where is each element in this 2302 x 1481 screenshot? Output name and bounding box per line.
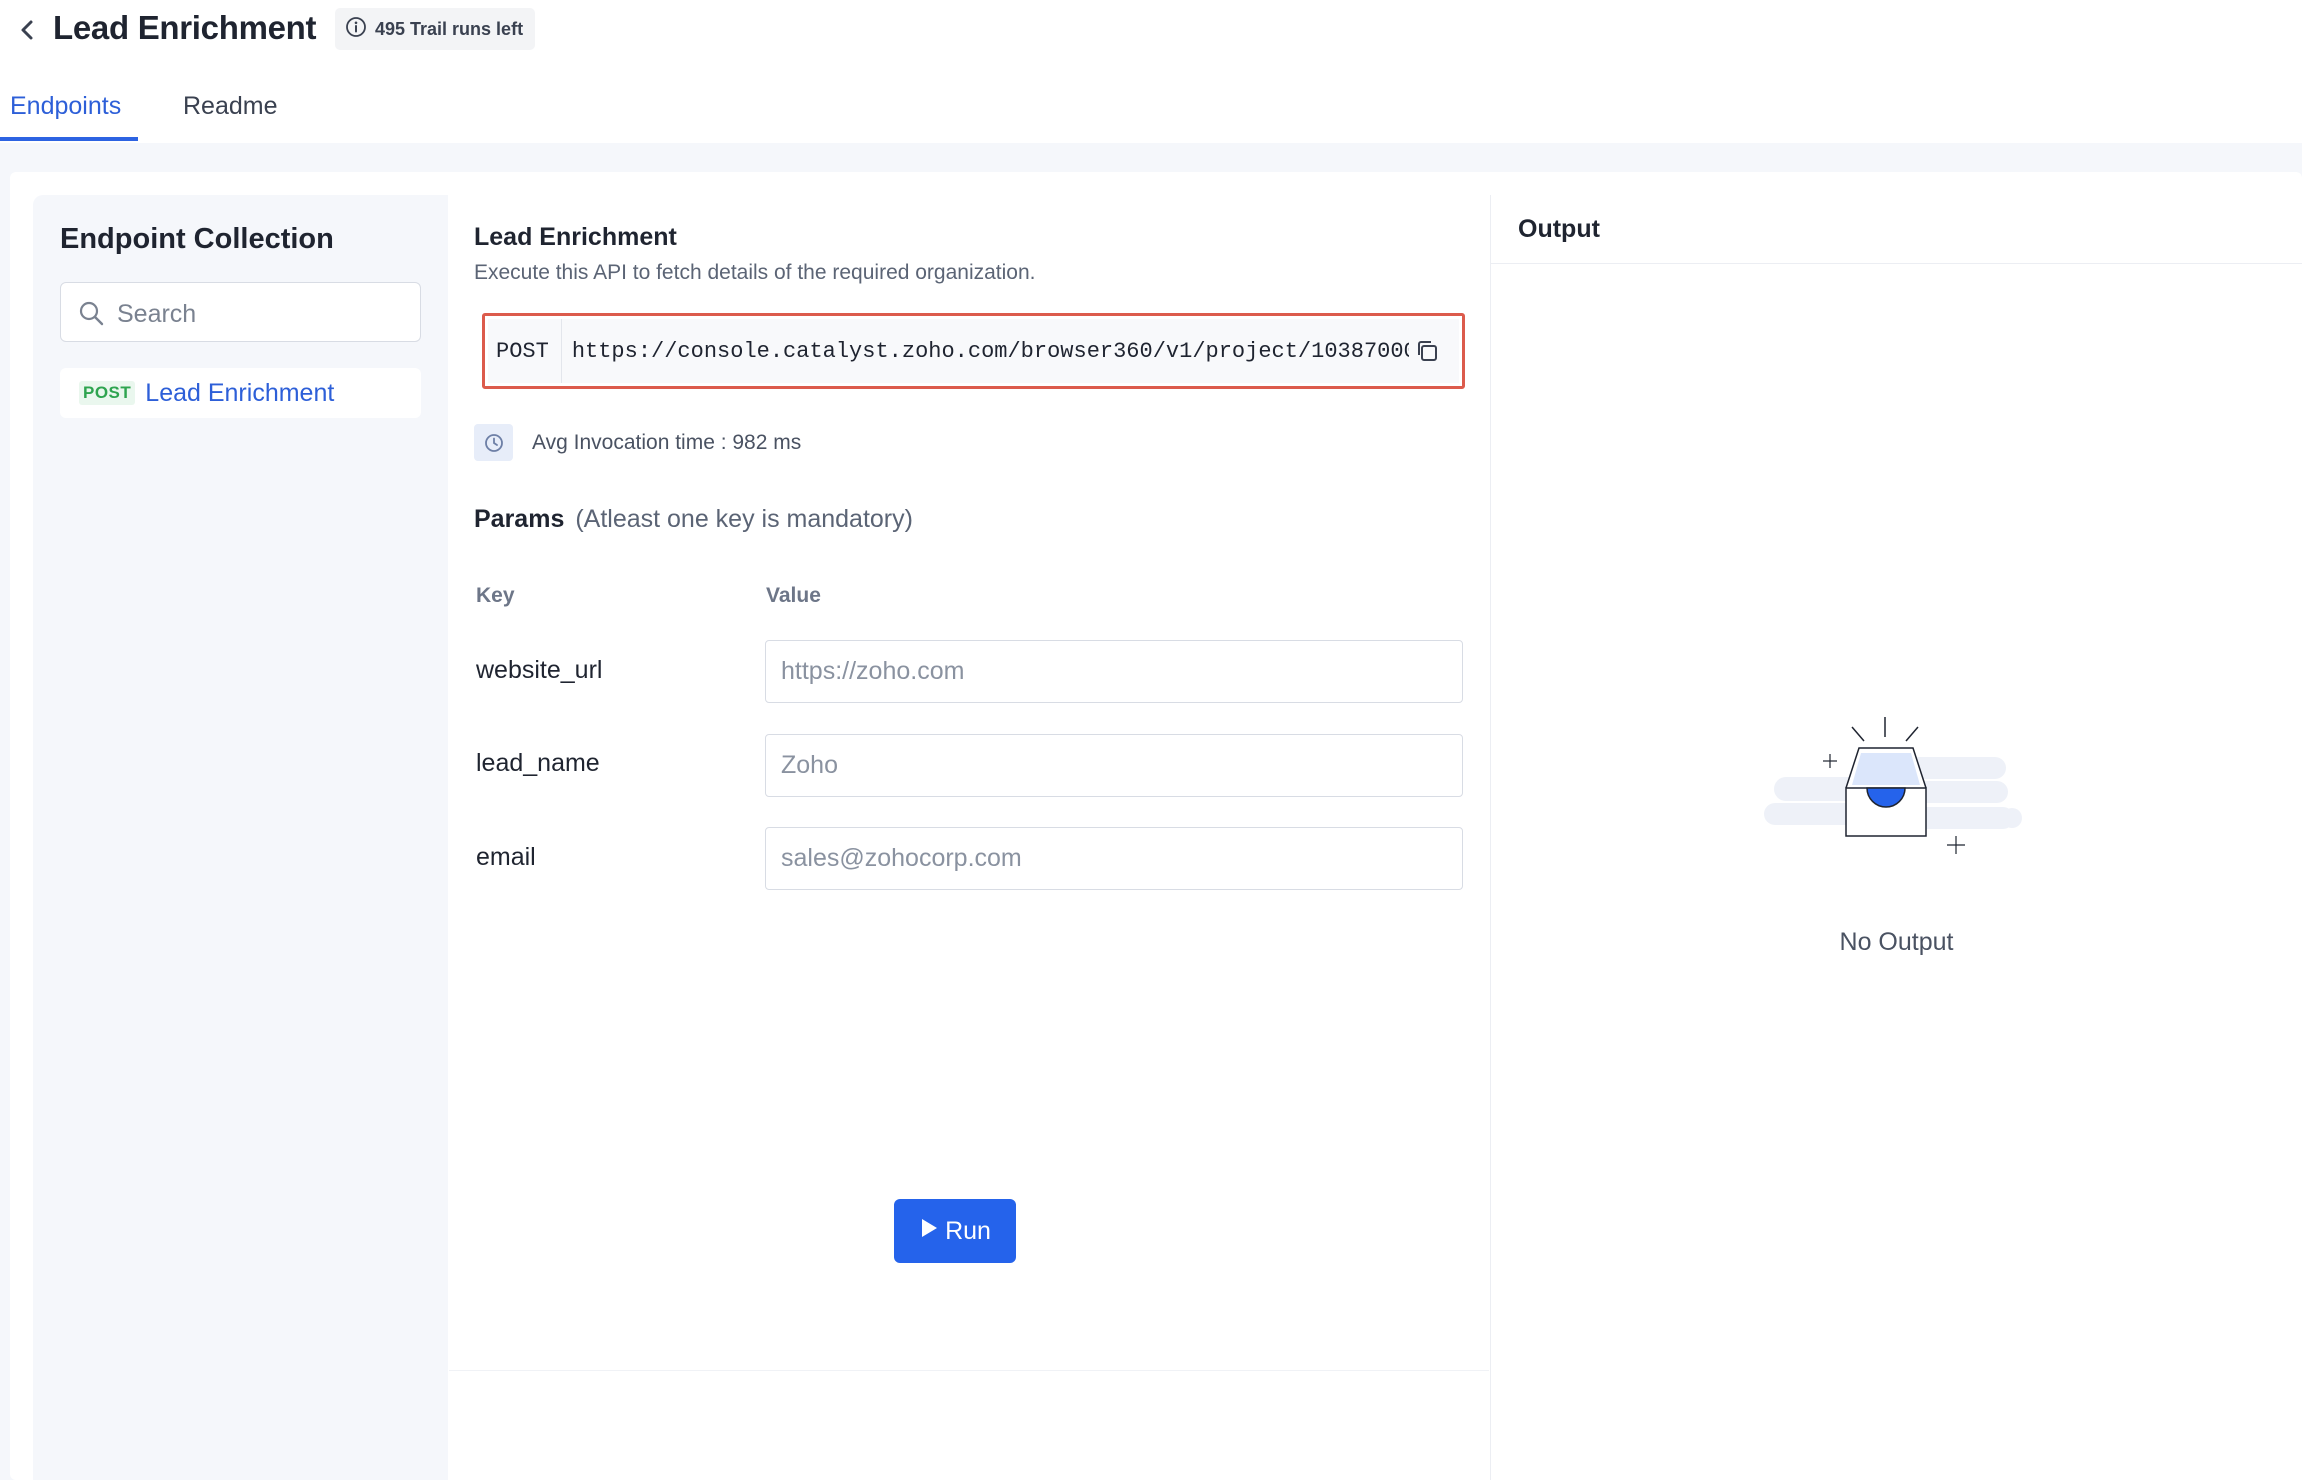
endpoint-title: Lead Enrichment — [474, 223, 677, 251]
sidebar-title: Endpoint Collection — [60, 223, 334, 255]
panel-footer — [449, 1370, 1489, 1481]
column-header-value: Value — [766, 584, 821, 607]
tab-bar: Endpoints Readme — [0, 70, 2302, 144]
run-label: Run — [945, 1216, 991, 1245]
endpoint-details-panel: Lead Enrichment Execute this API to fetc… — [449, 195, 1489, 1480]
search-icon — [77, 299, 105, 327]
play-icon — [919, 1217, 939, 1246]
param-key-website-url: website_url — [476, 656, 603, 684]
param-key-email: email — [476, 843, 536, 871]
copy-icon[interactable] — [1409, 333, 1445, 369]
output-panel: Output No Output — [1491, 195, 2302, 1480]
endpoint-sidebar: Endpoint Collection POST Lead Enrichment — [33, 195, 448, 1480]
trail-runs-badge: 495 Trail runs left — [335, 8, 536, 50]
tab-readme[interactable]: Readme — [183, 92, 278, 121]
output-header: Output — [1491, 195, 2302, 264]
back-icon[interactable] — [14, 14, 42, 46]
lead-name-input[interactable] — [765, 734, 1463, 797]
endpoint-description: Execute this API to fetch details of the… — [474, 261, 1036, 284]
endpoint-url[interactable]: https://console.catalyst.zoho.com/browse… — [572, 339, 1409, 364]
avg-invocation: Avg Invocation time : 982 ms — [474, 424, 801, 461]
page-title: Lead Enrichment — [53, 9, 317, 46]
search-box — [60, 282, 421, 342]
endpoint-url-bar: POST https://console.catalyst.zoho.com/b… — [482, 313, 1465, 389]
empty-inbox-icon — [1756, 715, 2036, 875]
empty-output-text: No Output — [1839, 928, 1954, 956]
website-url-input[interactable] — [765, 640, 1463, 703]
params-heading: Params (Atleast one key is mandatory) — [474, 505, 913, 534]
avg-invocation-text: Avg Invocation time : 982 ms — [532, 430, 802, 454]
tab-endpoints[interactable]: Endpoints — [10, 92, 121, 121]
clock-icon — [474, 424, 513, 461]
output-title: Output — [1518, 215, 1600, 243]
column-header-key: Key — [476, 584, 515, 607]
search-input[interactable] — [115, 293, 414, 335]
email-input[interactable] — [765, 827, 1463, 890]
trail-runs-text: 495 Trail runs left — [375, 18, 524, 39]
method-badge: POST — [79, 381, 136, 405]
endpoint-item-lead-enrichment[interactable]: POST Lead Enrichment — [60, 368, 421, 418]
active-tab-indicator — [0, 137, 138, 141]
param-key-lead-name: lead_name — [476, 749, 600, 777]
params-title: Params — [474, 505, 565, 533]
run-button[interactable]: Run — [894, 1199, 1016, 1263]
info-icon — [345, 16, 367, 43]
endpoint-item-label: Lead Enrichment — [145, 378, 335, 407]
params-note: (Atleast one key is mandatory) — [575, 505, 913, 533]
url-method: POST — [488, 319, 562, 383]
top-bar: Lead Enrichment 495 Trail runs left — [0, 0, 2302, 58]
